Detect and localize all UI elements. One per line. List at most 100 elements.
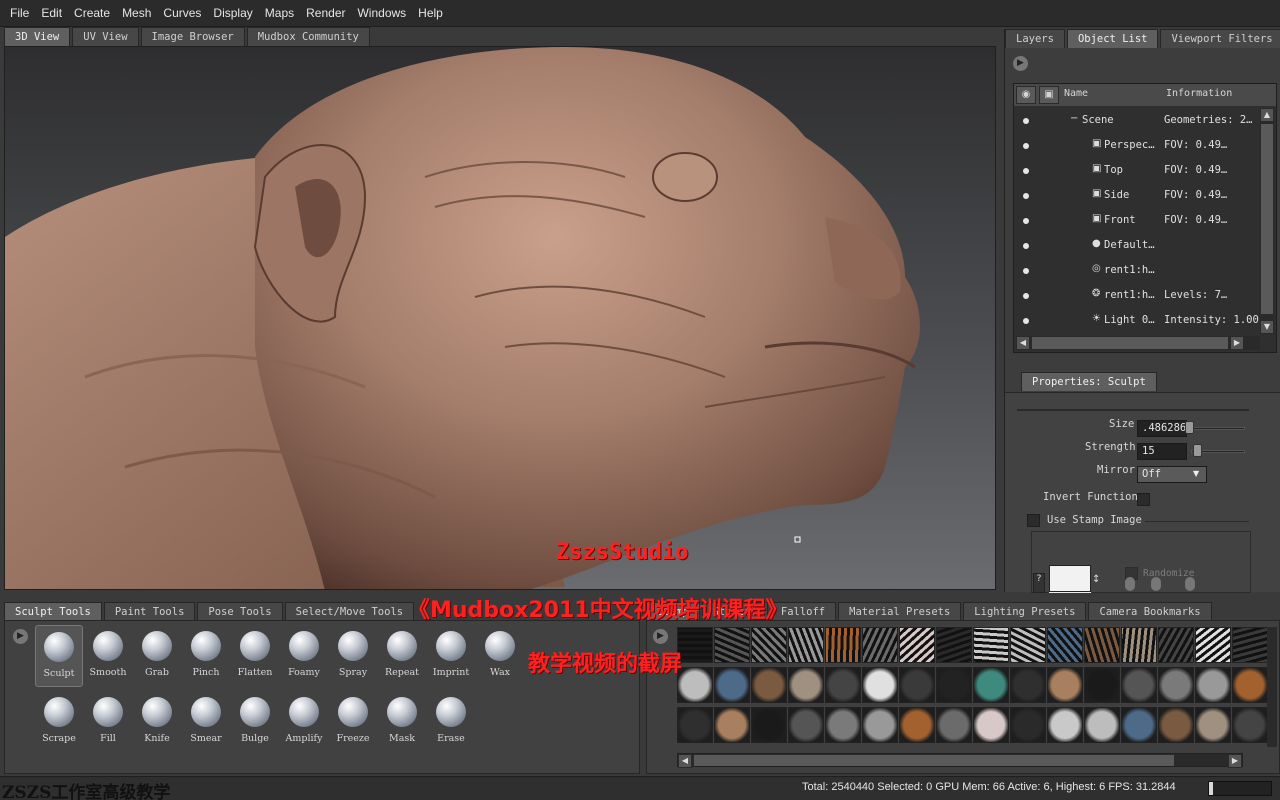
use-stamp-image-checkbox[interactable] xyxy=(1027,514,1040,527)
stamp-thumbnail[interactable] xyxy=(1158,627,1194,663)
stamp-thumbnail[interactable] xyxy=(1084,627,1120,663)
object-list-row[interactable]: ▣ Front FOV: 0.49… xyxy=(1014,208,1258,233)
strength-field[interactable]: 15 xyxy=(1137,443,1187,460)
tool-mask-button[interactable]: Mask xyxy=(378,691,426,753)
scroll-right-icon[interactable]: ▶ xyxy=(1230,336,1244,350)
object-list-row[interactable]: ☀ Light 0… Intensity: 1.00 xyxy=(1014,308,1259,333)
tab-camera-bookmarks[interactable]: Camera Bookmarks xyxy=(1088,602,1212,621)
tool-repeat-button[interactable]: Repeat xyxy=(378,625,426,687)
tab-mudbox-community[interactable]: Mudbox Community xyxy=(246,27,370,46)
tool-knife-button[interactable]: Knife xyxy=(133,691,181,753)
visibility-eye-icon[interactable]: ◉ xyxy=(1016,86,1036,104)
stamp-thumbnail[interactable] xyxy=(788,667,824,703)
hscroll-thumb[interactable] xyxy=(694,755,1174,766)
object-list-row[interactable]: ▣ Side FOV: 0.49… xyxy=(1014,183,1258,208)
visibility-dot-icon[interactable] xyxy=(1023,243,1029,249)
scroll-down-icon[interactable]: ▼ xyxy=(1260,320,1274,334)
visibility-dot-icon[interactable] xyxy=(1023,293,1029,299)
stamp-thumbnail[interactable] xyxy=(677,667,713,703)
lock-icon[interactable]: ▣ xyxy=(1039,86,1059,104)
tool-foamy-button[interactable]: Foamy xyxy=(280,625,328,687)
visibility-dot-icon[interactable] xyxy=(1023,318,1029,324)
stamp-preview[interactable] xyxy=(1049,592,1091,593)
tool-grab-button[interactable]: Grab xyxy=(133,625,181,687)
object-list-vscrollbar[interactable]: ▲ ▼ xyxy=(1260,108,1274,334)
tab-select-move-tools[interactable]: Select/Move Tools xyxy=(284,602,415,621)
sculpt-model-head[interactable] xyxy=(5,47,996,590)
tab-properties-sculpt[interactable]: Properties: Sculpt xyxy=(1021,372,1157,391)
tab-material-presets[interactable]: Material Presets xyxy=(838,602,962,621)
stamp-thumbnail[interactable] xyxy=(1084,667,1120,703)
stamp-thumbnail[interactable] xyxy=(1010,667,1046,703)
object-list-row[interactable]: ▣ Perspec… FOV: 0.49… xyxy=(1014,133,1258,158)
tool-wax-button[interactable]: Wax xyxy=(476,625,524,687)
tool-freeze-button[interactable]: Freeze xyxy=(329,691,377,753)
stamp-thumbnail[interactable] xyxy=(1195,707,1231,743)
stamp-thumbnail[interactable] xyxy=(973,667,1009,703)
menu-windows[interactable]: Windows xyxy=(351,6,412,20)
stamp-thumbnail[interactable] xyxy=(1232,627,1268,663)
stamp-tray-expand-arrow-icon[interactable]: ▶ xyxy=(653,629,668,644)
visibility-dot-icon[interactable] xyxy=(1023,118,1029,124)
3d-viewport[interactable] xyxy=(4,46,996,590)
stamp-thumbnail[interactable] xyxy=(1047,707,1083,743)
tool-smear-button[interactable]: Smear xyxy=(182,691,230,753)
stamp-thumbnail[interactable] xyxy=(862,627,898,663)
tool-spray-button[interactable]: Spray xyxy=(329,625,377,687)
stamp-thumbnail[interactable] xyxy=(1232,667,1268,703)
column-header-information[interactable]: Information xyxy=(1166,88,1232,99)
stamp-thumbnail[interactable] xyxy=(1047,627,1083,663)
stamp-thumbnail[interactable] xyxy=(677,627,713,663)
stamp-thumbnail[interactable] xyxy=(714,627,750,663)
stamp-thumbnail[interactable] xyxy=(1121,627,1157,663)
stamp-thumbnail[interactable] xyxy=(1232,707,1268,743)
tool-bulge-button[interactable]: Bulge xyxy=(231,691,279,753)
stamp-thumbnail[interactable] xyxy=(1084,707,1120,743)
stamp-thumbnail[interactable] xyxy=(973,627,1009,663)
stamp-tray-hscrollbar[interactable]: ◀ ▶ xyxy=(677,753,1243,768)
tool-sculpt-button[interactable]: Sculpt xyxy=(35,625,83,687)
stamp-thumbnail[interactable] xyxy=(1158,667,1194,703)
hscroll-thumb[interactable] xyxy=(1032,337,1228,349)
object-list-row[interactable]: ❂ rent1:h… Levels: 7… xyxy=(1014,283,1258,308)
tab-sculpt-tools[interactable]: Sculpt Tools xyxy=(4,602,102,621)
expand-arrow-icon[interactable]: ▶ xyxy=(1013,56,1028,71)
scroll-left-icon[interactable]: ◀ xyxy=(1016,336,1030,350)
menu-render[interactable]: Render xyxy=(300,6,351,20)
stamp-thumbnail[interactable] xyxy=(825,667,861,703)
stamp-thumbnail[interactable] xyxy=(1195,627,1231,663)
menu-create[interactable]: Create xyxy=(68,6,116,20)
stamp-preview-box[interactable] xyxy=(1049,565,1091,592)
stamp-thumbnail[interactable] xyxy=(899,667,935,703)
visibility-dot-icon[interactable] xyxy=(1023,218,1029,224)
help-icon[interactable]: ? xyxy=(1033,573,1045,593)
object-list-row[interactable]: ◎ rent1:h… xyxy=(1014,258,1258,283)
stamp-thumbnail[interactable] xyxy=(1047,667,1083,703)
stamp-thumbnail[interactable] xyxy=(751,667,787,703)
invert-function-checkbox[interactable] xyxy=(1137,493,1150,506)
stamp-thumbnail[interactable] xyxy=(1158,707,1194,743)
randomize-slider-2[interactable] xyxy=(1151,577,1161,591)
menu-maps[interactable]: Maps xyxy=(259,6,300,20)
size-slider-track[interactable] xyxy=(1191,427,1245,430)
tool-amplify-button[interactable]: Amplify xyxy=(280,691,328,753)
stamp-thumbnail[interactable] xyxy=(936,667,972,703)
stamp-thumbnail[interactable] xyxy=(751,707,787,743)
stamp-thumbnail[interactable] xyxy=(714,667,750,703)
object-list-row[interactable]: ● Default… xyxy=(1014,233,1258,258)
tab-3d-view[interactable]: 3D View xyxy=(4,27,71,46)
scroll-thumb[interactable] xyxy=(1261,124,1273,314)
stamp-thumbnail[interactable] xyxy=(677,707,713,743)
tool-pinch-button[interactable]: Pinch xyxy=(182,625,230,687)
menu-display[interactable]: Display xyxy=(207,6,258,20)
tray-expand-arrow-icon[interactable]: ▶ xyxy=(13,629,28,644)
tool-imprint-button[interactable]: Imprint xyxy=(427,625,475,687)
visibility-dot-icon[interactable] xyxy=(1023,193,1029,199)
stamp-thumbnail[interactable] xyxy=(788,627,824,663)
tool-smooth-button[interactable]: Smooth xyxy=(84,625,132,687)
stamp-thumbnail[interactable] xyxy=(788,707,824,743)
chevron-down-icon[interactable]: ▼ xyxy=(1193,469,1199,478)
scroll-right-icon[interactable]: ▶ xyxy=(1228,754,1242,768)
tab-object-list[interactable]: Object List xyxy=(1066,29,1159,48)
stamp-thumbnail[interactable] xyxy=(862,707,898,743)
